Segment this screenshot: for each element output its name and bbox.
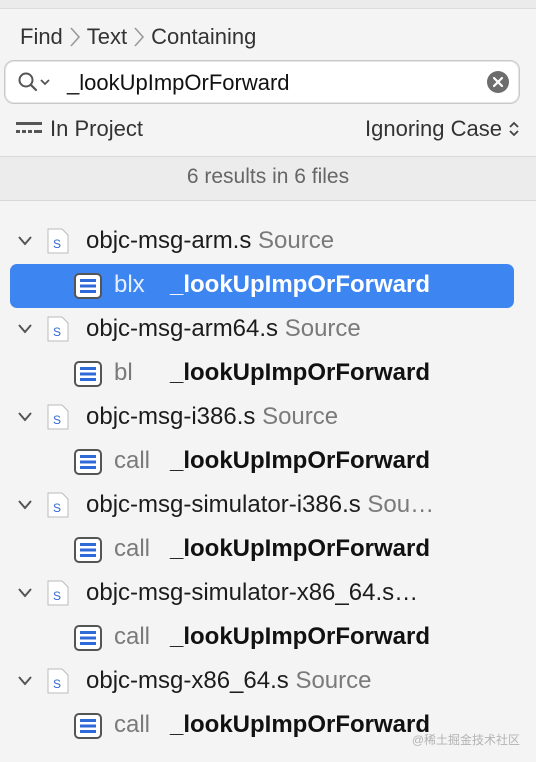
- match-symbol: _lookUpImpOrForward: [170, 447, 431, 474]
- file-kind: Source: [284, 315, 361, 342]
- file-name: objc-msg-i386.s: [86, 403, 256, 430]
- disclosure-chevron-icon[interactable]: [16, 586, 34, 600]
- results-summary: 6 results in 6 files: [186, 165, 350, 188]
- disclosure-chevron-icon[interactable]: [16, 498, 34, 512]
- match-row[interactable]: bl _lookUpImpOrForward: [0, 352, 536, 396]
- match-row[interactable]: blx _lookUpImpOrForward: [0, 264, 536, 308]
- match-line-icon: [74, 361, 102, 387]
- match-keyword: call: [114, 623, 151, 650]
- svg-text:S: S: [53, 325, 61, 339]
- match-keyword: call: [114, 711, 151, 738]
- match-line-icon: [74, 537, 102, 563]
- scope-row: In Project Ignoring Case: [16, 114, 520, 144]
- match-row[interactable]: call _lookUpImpOrForward: [0, 440, 536, 484]
- file-name: objc-msg-arm.s: [86, 227, 252, 254]
- match-keyword: call: [114, 447, 151, 474]
- magnifying-glass-icon[interactable]: [17, 71, 57, 93]
- chevron-right-icon: [134, 27, 145, 47]
- search-input[interactable]: _lookUpImpOrForward: [67, 69, 290, 97]
- scope-selector[interactable]: In Project: [16, 114, 143, 144]
- file-kind: Source: [258, 227, 335, 254]
- disclosure-chevron-icon[interactable]: [16, 410, 34, 424]
- disclosure-chevron-icon[interactable]: [16, 234, 34, 248]
- file-row[interactable]: S objc-msg-arm.s Source: [0, 220, 536, 264]
- disclosure-chevron-icon[interactable]: [16, 674, 34, 688]
- scope-label: In Project: [50, 116, 143, 141]
- search-field[interactable]: _lookUpImpOrForward: [4, 60, 520, 104]
- match-symbol: _lookUpImpOrForward: [170, 271, 431, 298]
- chevron-right-icon: [70, 27, 80, 47]
- breadcrumb-text[interactable]: Text: [87, 24, 127, 50]
- breadcrumb-containing[interactable]: Containing: [151, 24, 256, 50]
- window-top-edge: [0, 0, 536, 9]
- svg-text:S: S: [53, 589, 61, 603]
- disclosure-chevron-icon[interactable]: [16, 322, 34, 336]
- assembly-file-icon: S: [47, 492, 69, 518]
- summary-bar: 6 results in 6 files: [0, 157, 536, 201]
- file-name: objc-msg-arm64.s: [86, 315, 279, 342]
- file-kind: Source: [262, 403, 339, 430]
- svg-text:S: S: [53, 413, 61, 427]
- breadcrumb: Find Text Containing: [20, 22, 256, 52]
- match-symbol: _lookUpImpOrForward: [170, 623, 431, 650]
- match-keyword: blx: [114, 271, 145, 298]
- svg-text:S: S: [53, 501, 61, 515]
- updown-chevron-icon: [509, 121, 519, 137]
- case-label: Ignoring Case: [365, 116, 502, 141]
- match-row[interactable]: call _lookUpImpOrForward: [0, 616, 536, 660]
- scope-icon: [16, 122, 42, 133]
- match-line-icon: [74, 449, 102, 475]
- match-symbol: _lookUpImpOrForward: [170, 535, 431, 562]
- assembly-file-icon: S: [47, 404, 69, 430]
- file-row[interactable]: S objc-msg-simulator-i386.s Sou…: [0, 484, 536, 528]
- match-line-icon: [74, 713, 102, 739]
- file-kind: Source: [295, 667, 372, 694]
- watermark: @稀土掘金技术社区: [411, 733, 520, 747]
- results-list: S objc-msg-arm.s Source blx _lookUpImpOr…: [0, 220, 536, 748]
- match-line-icon: [74, 273, 102, 299]
- assembly-file-icon: S: [47, 228, 69, 254]
- file-row[interactable]: S objc-msg-arm64.s Source: [0, 308, 536, 352]
- case-sensitivity-popup[interactable]: Ignoring Case: [365, 114, 520, 144]
- match-keyword: bl: [114, 359, 133, 386]
- match-symbol: _lookUpImpOrForward: [170, 359, 431, 386]
- assembly-file-icon: S: [47, 316, 69, 342]
- svg-text:S: S: [53, 237, 61, 251]
- match-line-icon: [74, 625, 102, 651]
- assembly-file-icon: S: [47, 580, 69, 606]
- file-name: objc-msg-simulator-x86_64.s…: [86, 579, 419, 606]
- svg-text:S: S: [53, 677, 61, 691]
- file-name: objc-msg-x86_64.s: [86, 667, 289, 694]
- match-symbol: _lookUpImpOrForward: [170, 711, 431, 738]
- assembly-file-icon: S: [47, 668, 69, 694]
- breadcrumb-find[interactable]: Find: [20, 24, 63, 50]
- file-row[interactable]: S objc-msg-x86_64.s Source: [0, 660, 536, 704]
- match-row[interactable]: call _lookUpImpOrForward: [0, 528, 536, 572]
- match-keyword: call: [114, 535, 151, 562]
- file-name: objc-msg-simulator-i386.s: [86, 491, 361, 518]
- clear-icon[interactable]: [487, 71, 509, 93]
- file-row[interactable]: S objc-msg-simulator-x86_64.s…: [0, 572, 536, 616]
- file-kind: Sou…: [367, 491, 435, 518]
- file-row[interactable]: S objc-msg-i386.s Source: [0, 396, 536, 440]
